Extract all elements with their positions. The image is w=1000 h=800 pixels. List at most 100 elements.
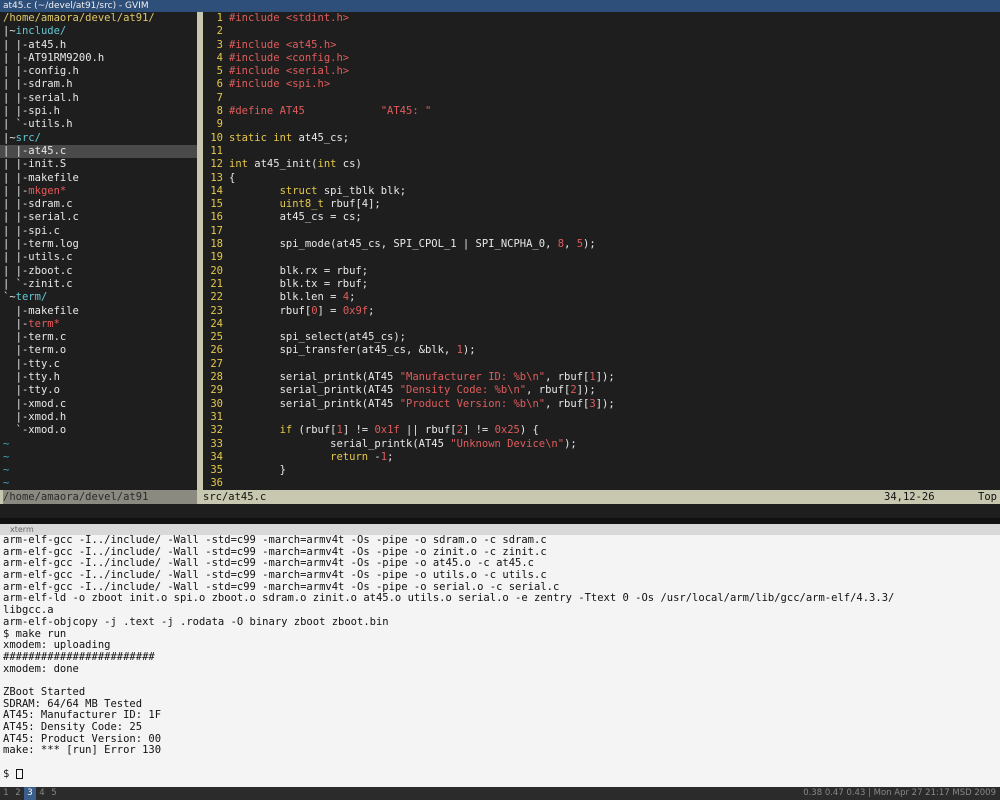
tree-file[interactable]: |-tty.c xyxy=(0,358,197,371)
window-titlebar[interactable]: at45.c (~/devel/at91/src) - GVIM xyxy=(0,0,1000,12)
tree-file[interactable]: | |-AT91RM9200.h xyxy=(0,52,197,65)
code-line[interactable]: 27 xyxy=(203,358,1000,371)
tree-file[interactable]: |-term* xyxy=(0,318,197,331)
tree-file[interactable]: |-xmod.h xyxy=(0,411,197,424)
line-number: 14 xyxy=(210,184,223,197)
tree-directory[interactable]: |~src/ xyxy=(0,132,197,145)
code-line[interactable]: 5 #include <serial.h> xyxy=(203,65,1000,78)
tree-file[interactable]: | |-init.S xyxy=(0,158,197,171)
code-line[interactable]: 16 at45_cs = cs; xyxy=(203,211,1000,224)
code-line[interactable]: 25 spi_select(at45_cs); xyxy=(203,331,1000,344)
line-number: 19 xyxy=(210,251,223,264)
code-line[interactable]: 29 serial_printk(AT45 "Density Code: %b\… xyxy=(203,384,1000,397)
code-line[interactable]: 31 xyxy=(203,411,1000,424)
tree-file[interactable]: `-xmod.o xyxy=(0,424,197,437)
line-number: 22 xyxy=(210,291,223,304)
tree-root-path[interactable]: /home/amaora/devel/at91/ xyxy=(0,12,197,25)
code-line[interactable]: 36 xyxy=(203,477,1000,490)
code-line[interactable]: 20 blk.rx = rbuf; xyxy=(203,265,1000,278)
tree-file[interactable]: | |-makefile xyxy=(0,172,197,185)
code-line[interactable]: 24 xyxy=(203,318,1000,331)
code-line[interactable]: 28 serial_printk(AT45 "Manufacturer ID: … xyxy=(203,371,1000,384)
tree-file[interactable]: |-term.c xyxy=(0,331,197,344)
code-line[interactable]: 35 } xyxy=(203,464,1000,477)
code-token: spi_transfer(at45_cs, &blk, xyxy=(229,344,457,357)
tree-file[interactable]: | |-spi.c xyxy=(0,225,197,238)
vim-statusline: /home/amaora/devel/at91 src/at45.c 34,12… xyxy=(0,490,1000,504)
code-line[interactable]: 7 xyxy=(203,92,1000,105)
xterm-titlebar[interactable]: xterm xyxy=(0,524,1000,535)
tree-file[interactable]: | |-serial.c xyxy=(0,211,197,224)
workspace-button[interactable]: 3 xyxy=(24,787,36,800)
tree-directory[interactable]: |~include/ xyxy=(0,25,197,38)
code-line[interactable]: 8 #define AT45 "AT45: " xyxy=(203,105,1000,118)
tree-entry-label: term/ xyxy=(15,291,48,304)
code-line[interactable]: 14 struct spi_tblk blk; xyxy=(203,185,1000,198)
workspace-button[interactable]: 1 xyxy=(0,787,12,800)
xterm-terminal[interactable]: arm-elf-gcc -I../include/ -Wall -std=c99… xyxy=(0,535,1000,787)
code-line[interactable]: 10 static int at45_cs; xyxy=(203,132,1000,145)
code-line[interactable]: 33 serial_printk(AT45 "Unknown Device\n"… xyxy=(203,438,1000,451)
code-line[interactable]: 34 return -1; xyxy=(203,451,1000,464)
tree-file[interactable]: | |-utils.c xyxy=(0,251,197,264)
code-line[interactable]: 22 blk.len = 4; xyxy=(203,291,1000,304)
code-line[interactable]: 12 int at45_init(int cs) xyxy=(203,158,1000,171)
tree-file[interactable]: |-tty.o xyxy=(0,384,197,397)
code-line[interactable]: 13 { xyxy=(203,172,1000,185)
code-line[interactable]: 9 xyxy=(203,118,1000,131)
code-line[interactable]: 30 serial_printk(AT45 "Product Version: … xyxy=(203,398,1000,411)
tree-file[interactable]: | |-term.log xyxy=(0,238,197,251)
vim-command-line[interactable] xyxy=(0,504,1000,518)
code-line[interactable]: 1 #include <stdint.h> xyxy=(203,12,1000,25)
code-line[interactable]: 15 uint8_t rbuf[4]; xyxy=(203,198,1000,211)
workspace-button[interactable]: 4 xyxy=(36,787,48,800)
workspace-button[interactable]: 2 xyxy=(12,787,24,800)
code-line[interactable]: 3 #include <at45.h> xyxy=(203,39,1000,52)
tree-file[interactable]: | |-mkgen* xyxy=(0,185,197,198)
tree-file[interactable]: | |-spi.h xyxy=(0,105,197,118)
tree-file[interactable]: | |-zboot.c xyxy=(0,265,197,278)
tree-directory[interactable]: `~term/ xyxy=(0,291,197,304)
tree-file[interactable]: |-makefile xyxy=(0,305,197,318)
code-line[interactable]: 6 #include <spi.h> xyxy=(203,78,1000,91)
code-line[interactable]: 2 xyxy=(203,25,1000,38)
code-token: blk.len = xyxy=(229,291,343,304)
tree-file[interactable]: |-tty.h xyxy=(0,371,197,384)
code-line[interactable]: 32 if (rbuf[1] != 0x1f || rbuf[2] != 0x2… xyxy=(203,424,1000,437)
code-line[interactable]: 18 spi_mode(at45_cs, SPI_CPOL_1 | SPI_NC… xyxy=(203,238,1000,251)
tree-file[interactable]: | |-config.h xyxy=(0,65,197,78)
workspace-switcher: 12345 xyxy=(0,787,60,800)
tree-file[interactable]: |-term.o xyxy=(0,344,197,357)
tree-branch: |- xyxy=(3,384,29,397)
tree-file[interactable]: | `-zinit.c xyxy=(0,278,197,291)
tree-file[interactable]: | |-at45.c xyxy=(0,144,197,159)
code-line[interactable]: 17 xyxy=(203,225,1000,238)
tree-file[interactable]: | |-serial.h xyxy=(0,92,197,105)
tree-entry-label: term* xyxy=(28,317,60,330)
tree-file[interactable]: |-xmod.c xyxy=(0,398,197,411)
tree-file[interactable]: | |-sdram.c xyxy=(0,198,197,211)
tree-file[interactable]: | `-utils.h xyxy=(0,118,197,131)
tree-file[interactable]: | |-at45.h xyxy=(0,39,197,52)
code-token: ]); xyxy=(595,397,615,410)
code-token: #include <spi.h> xyxy=(229,78,331,91)
code-line[interactable]: 21 blk.tx = rbuf; xyxy=(203,278,1000,291)
workspace-button[interactable]: 5 xyxy=(48,787,60,800)
code-editor[interactable]: 1 #include <stdint.h> 2 3 #include <at45.h> 4… xyxy=(203,12,1000,490)
code-line[interactable]: 11 xyxy=(203,145,1000,158)
code-line[interactable]: 26 spi_transfer(at45_cs, &blk, 1); xyxy=(203,344,1000,357)
tree-file[interactable]: | |-sdram.h xyxy=(0,78,197,91)
line-number: 4 xyxy=(216,51,223,64)
tree-branch: `- xyxy=(3,424,29,437)
tree-entry-label: makefile xyxy=(28,171,79,184)
tree-branch: |- xyxy=(3,357,29,370)
nerdtree-file-tree[interactable]: /home/amaora/devel/at91/|~include/| |-at… xyxy=(0,12,197,490)
code-line[interactable]: 19 xyxy=(203,251,1000,264)
code-token: struct xyxy=(279,184,318,197)
editor-status-file: src/at45.c xyxy=(203,491,267,503)
code-line[interactable]: 23 rbuf[0] = 0x9f; xyxy=(203,305,1000,318)
line-number: 32 xyxy=(210,424,223,437)
tree-entry-label: tty.c xyxy=(28,357,60,370)
code-line[interactable]: 4 #include <config.h> xyxy=(203,52,1000,65)
